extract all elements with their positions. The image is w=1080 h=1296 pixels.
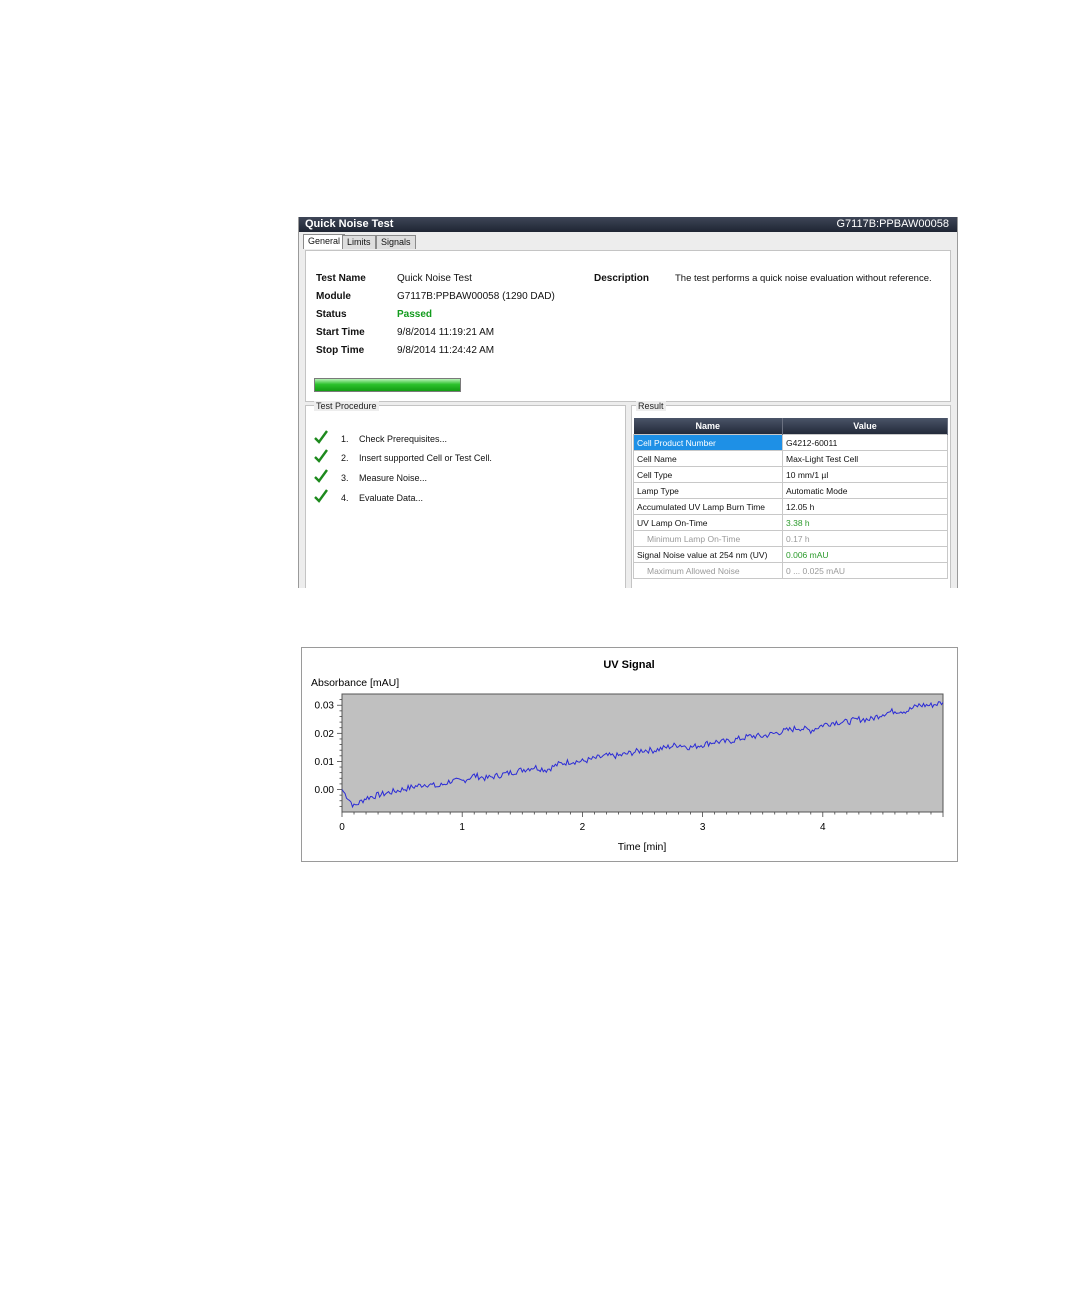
stop-time-value: 9/8/2014 11:24:42 AM: [397, 345, 495, 356]
result-table: Name Value Cell Product Number G4212-600…: [633, 418, 948, 579]
result-title: Result: [636, 401, 666, 411]
table-row[interactable]: Cell Product Number G4212-60011: [633, 434, 948, 451]
x-tick-label: 0: [339, 822, 345, 833]
row-name: UV Lamp On-Time: [633, 514, 783, 531]
table-row[interactable]: Maximum Allowed Noise 0 ... 0.025 mAU: [633, 562, 948, 579]
step-label: Check Prerequisites...: [359, 434, 448, 444]
start-time-value: 9/8/2014 11:19:21 AM: [397, 327, 495, 338]
general-panel: Test Name Quick Noise Test Module G7117B…: [305, 250, 951, 402]
status-value: Passed: [397, 309, 433, 320]
module-value: G7117B:PPBAW00058 (1290 DAD): [397, 291, 555, 302]
x-tick-label: 4: [820, 822, 826, 833]
x-tick-label: 2: [580, 822, 586, 833]
stop-time-label: Stop Time: [316, 345, 365, 356]
window-title-bar: Quick Noise Test G7117B:PPBAW00058: [299, 217, 957, 232]
description-value: The test performs a quick noise evaluati…: [675, 273, 932, 284]
row-name: Maximum Allowed Noise: [633, 562, 783, 579]
check-icon: [314, 469, 328, 483]
row-value: Max-Light Test Cell: [782, 450, 948, 467]
y-tick-label: 0.02: [315, 729, 335, 740]
step-number: 3.: [341, 473, 349, 483]
table-row[interactable]: Signal Noise value at 254 nm (UV) 0.006 …: [633, 546, 948, 563]
quick-noise-test-window: Quick Noise Test G7117B:PPBAW00058 Gener…: [298, 217, 958, 588]
tab-limits[interactable]: Limits: [342, 235, 376, 249]
row-name: Cell Name: [633, 450, 783, 467]
row-value: 0.17 h: [782, 530, 948, 547]
chart-title: UV Signal: [603, 659, 654, 671]
row-name: Cell Type: [633, 466, 783, 483]
x-tick-label: 1: [459, 822, 465, 833]
table-row[interactable]: Minimum Lamp On-Time 0.17 h: [633, 530, 948, 547]
table-row[interactable]: Cell Name Max-Light Test Cell: [633, 450, 948, 467]
row-value: Automatic Mode: [782, 482, 948, 499]
uv-signal-chart: UV Signal Absorbance [mAU] Time [min] 0 1…: [301, 647, 958, 862]
column-header-value[interactable]: Value: [782, 418, 948, 435]
row-value: 3.38 h: [782, 514, 948, 531]
column-header-name[interactable]: Name: [633, 418, 783, 435]
test-procedure-panel: Test Procedure 1. Check Prerequisites...…: [305, 401, 626, 588]
test-progress-fill: [315, 379, 460, 391]
row-name: Lamp Type: [633, 482, 783, 499]
step-label: Insert supported Cell or Test Cell.: [359, 453, 492, 463]
y-axis-label: Absorbance [mAU]: [311, 677, 399, 689]
x-tick-label: 3: [700, 822, 706, 833]
result-panel: Result Name Value Cell Product Number G4…: [631, 401, 951, 588]
table-row[interactable]: UV Lamp On-Time 3.38 h: [633, 514, 948, 531]
module-label: Module: [316, 291, 351, 302]
row-value: G4212-60011: [782, 434, 948, 451]
y-tick-label: 0.03: [315, 701, 335, 712]
step-number: 2.: [341, 453, 349, 463]
start-time-label: Start Time: [316, 327, 365, 338]
test-progress-bar: [314, 378, 461, 392]
status-label: Status: [316, 309, 347, 320]
row-value: 0 ... 0.025 mAU: [782, 562, 948, 579]
row-name: Accumulated UV Lamp Burn Time: [633, 498, 783, 515]
y-tick-label: 0.01: [315, 757, 335, 768]
row-value: 0.006 mAU: [782, 546, 948, 563]
row-name: Minimum Lamp On-Time: [633, 530, 783, 547]
check-icon: [314, 430, 328, 444]
description-label: Description: [594, 273, 650, 284]
tab-signals[interactable]: Signals: [376, 235, 416, 249]
step-number: 4.: [341, 493, 349, 503]
test-name-label: Test Name: [316, 273, 366, 284]
tab-general[interactable]: General: [303, 234, 346, 249]
row-name: Cell Product Number: [633, 434, 783, 451]
window-module-id: G7117B:PPBAW00058: [836, 218, 949, 230]
row-value: 10 mm/1 µl: [782, 466, 948, 483]
row-name: Signal Noise value at 254 nm (UV): [633, 546, 783, 563]
step-label: Measure Noise...: [359, 473, 428, 483]
test-name-value: Quick Noise Test: [397, 273, 472, 284]
check-icon: [314, 489, 328, 503]
x-axis-label: Time [min]: [618, 841, 667, 853]
y-tick-label: 0.00: [315, 785, 335, 796]
table-row[interactable]: Lamp Type Automatic Mode: [633, 482, 948, 499]
step-number: 1.: [341, 434, 349, 444]
table-row[interactable]: Cell Type 10 mm/1 µl: [633, 466, 948, 483]
window-title: Quick Noise Test: [305, 218, 394, 230]
plot-area: [341, 693, 944, 813]
chart-svg: UV Signal Absorbance [mAU] Time [min] 0 1…: [311, 659, 944, 853]
test-procedure-title: Test Procedure: [314, 401, 379, 411]
row-value: 12.05 h: [782, 498, 948, 515]
check-icon: [314, 449, 328, 463]
step-label: Evaluate Data...: [359, 493, 424, 503]
result-header-row: Name Value: [633, 418, 948, 435]
table-row[interactable]: Accumulated UV Lamp Burn Time 12.05 h: [633, 498, 948, 515]
